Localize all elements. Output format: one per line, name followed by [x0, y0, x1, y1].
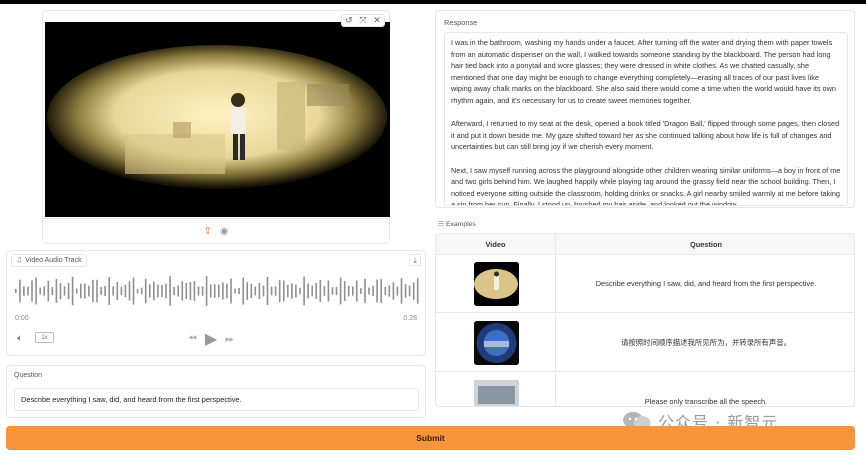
- submit-button[interactable]: Submit: [6, 426, 855, 450]
- volume-icon[interactable]: 🔈︎: [17, 333, 23, 344]
- question-input[interactable]: Describe everything I saw, did, and hear…: [14, 388, 419, 411]
- examples-header: Video Question: [436, 234, 854, 255]
- audio-block-label: ♫ Video Audio Track: [11, 254, 87, 267]
- audio-panel: ♫ Video Audio Track ⤓ 0:00 0:28 🔈︎ 1x ⏪︎…: [6, 250, 426, 356]
- playback-buttons: ⏪︎ ▶ ⏩︎: [188, 329, 234, 348]
- examples-label-text: Examples: [445, 221, 476, 228]
- audio-label-text: Video Audio Track: [25, 257, 82, 264]
- video-player[interactable]: [45, 22, 390, 217]
- audio-time-end: 0:28: [403, 315, 417, 322]
- audio-controls: 🔈︎ 1x ⏪︎ ▶ ⏩︎: [7, 327, 427, 353]
- example-video-cell: [436, 314, 556, 372]
- response-panel: Response I was in the bathroom, washing …: [435, 10, 855, 208]
- playback-speed-button[interactable]: 1x: [35, 332, 54, 343]
- question-label: Question: [14, 372, 43, 379]
- example-row-1[interactable]: Describe everything I saw, did, and hear…: [436, 255, 854, 313]
- list-icon: ☰: [438, 220, 445, 228]
- app-root: ↺ ⤧ ✕ ⇪ ◉ ♫ Video Audio Track ⤓ 0:00 0:2…: [0, 4, 866, 455]
- fast-forward-icon[interactable]: ⏩︎: [225, 332, 234, 346]
- example-thumbnail: [474, 262, 519, 306]
- examples-col-video: Video: [436, 234, 556, 255]
- response-paragraph: Next, I saw myself running across the pl…: [451, 165, 841, 206]
- question-panel: Question Describe everything I saw, did,…: [6, 365, 426, 418]
- video-toolbar: ↺ ⤧ ✕: [341, 14, 385, 27]
- video-frame-image: [45, 22, 390, 217]
- close-icon[interactable]: ✕: [370, 15, 384, 27]
- example-row-2[interactable]: 请按照时间顺序描述我所见所为，并转录所有声音。: [436, 314, 854, 372]
- audio-time-start: 0:00: [15, 315, 29, 322]
- example-thumbnail: [474, 380, 519, 406]
- example-question-text: Please only transcribe all the speech.: [644, 397, 768, 406]
- example-row-3[interactable]: Please only transcribe all the speech.: [436, 373, 854, 406]
- example-video-cell: [436, 255, 556, 313]
- example-video-cell: [436, 373, 556, 406]
- response-label: Response: [444, 18, 478, 27]
- response-paragraph: Afterward, I returned to my seat at the …: [451, 119, 840, 152]
- music-icon: ♫: [16, 256, 23, 264]
- example-thumbnail: [474, 321, 519, 365]
- video-source-bar: ⇪ ◉: [43, 218, 389, 244]
- examples-table: Video Question Describe everything I saw…: [435, 233, 855, 407]
- play-icon[interactable]: ▶: [205, 329, 217, 348]
- examples-label: ☰ Examples: [438, 220, 476, 228]
- audio-waveform[interactable]: [15, 271, 421, 311]
- webcam-icon[interactable]: ◉: [220, 226, 229, 237]
- response-textbox[interactable]: I was in the bathroom, washing my hands …: [444, 32, 848, 206]
- upload-icon[interactable]: ⇪: [203, 226, 211, 237]
- video-panel: ↺ ⤧ ✕ ⇪ ◉: [42, 10, 390, 244]
- example-question-text: Describe everything I saw, did, and hear…: [595, 279, 817, 288]
- response-paragraph: I was in the bathroom, washing my hands …: [451, 38, 836, 105]
- download-icon[interactable]: ⤓: [409, 254, 421, 266]
- example-question-text: 请按照时间顺序描述我所见所为，并转录所有声音。: [621, 338, 791, 347]
- examples-col-question: Question: [689, 240, 723, 249]
- undo-icon[interactable]: ↺: [342, 15, 356, 27]
- share-icon[interactable]: ⤧: [356, 15, 370, 27]
- rewind-icon[interactable]: ⏪︎: [188, 332, 197, 346]
